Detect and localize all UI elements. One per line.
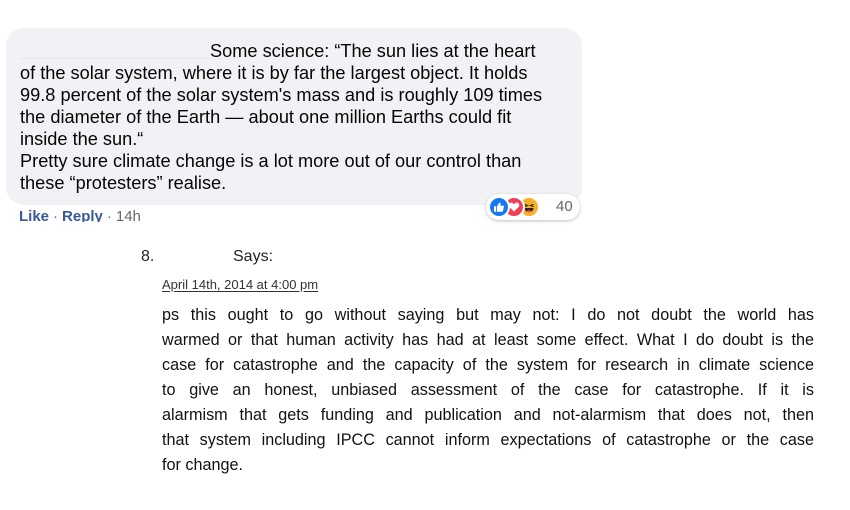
comment-says-label: Says:: [233, 248, 274, 265]
fb-comment-line: these “protesters” realise.: [20, 173, 227, 193]
fb-comment-line: inside the sun.“: [20, 129, 144, 149]
reaction-count: 40: [556, 198, 573, 215]
fb-comment-text: Some science: “The sun lies at the heart…: [20, 40, 580, 194]
comment-body-line: ps this ought to go without saying but m…: [162, 306, 814, 324]
redacted-author-name: [20, 42, 210, 59]
action-separator: ·: [53, 208, 59, 222]
fb-comment-actions: Like · Reply · 14h: [19, 208, 141, 222]
fb-comment-line-text: Some science: “The sun lies at the heart: [210, 41, 536, 61]
comment-number: 8.: [141, 248, 155, 265]
reply-link[interactable]: Reply: [62, 208, 103, 222]
fb-comment-line: of the solar system, where it is by far …: [20, 63, 528, 83]
fb-comment-line: 99.8 percent of the solar system's mass …: [20, 85, 543, 105]
comment-body: ps this ought to go without saying but m…: [162, 303, 814, 478]
reactions-summary[interactable]: 40: [486, 194, 580, 220]
fb-comment-line: Pretty sure climate change is a lot more…: [20, 151, 522, 171]
comment-body-line: case for catastrophe and the capacity of…: [162, 356, 814, 374]
action-separator: ·: [106, 208, 112, 222]
comment-time[interactable]: 14h: [116, 208, 141, 222]
comment-date-link[interactable]: April 14th, 2014 at 4:00 pm: [162, 277, 318, 292]
comment-body-line: for change.: [162, 456, 243, 474]
fb-comment-line: Some science: “The sun lies at the heart: [20, 40, 580, 62]
comment-body-line: alarmism that gets funding and publicati…: [162, 406, 814, 424]
fb-comment-line: the diameter of the Earth — about one mi…: [20, 107, 512, 127]
like-link[interactable]: Like: [19, 208, 49, 222]
comment-body-line: that system including IPCC cannot inform…: [162, 431, 814, 449]
like-icon: [488, 196, 510, 218]
comment-body-line: warmed or that human activity has had at…: [162, 331, 814, 349]
comment-body-line: to give an honest, unbiased assessment o…: [162, 381, 814, 399]
